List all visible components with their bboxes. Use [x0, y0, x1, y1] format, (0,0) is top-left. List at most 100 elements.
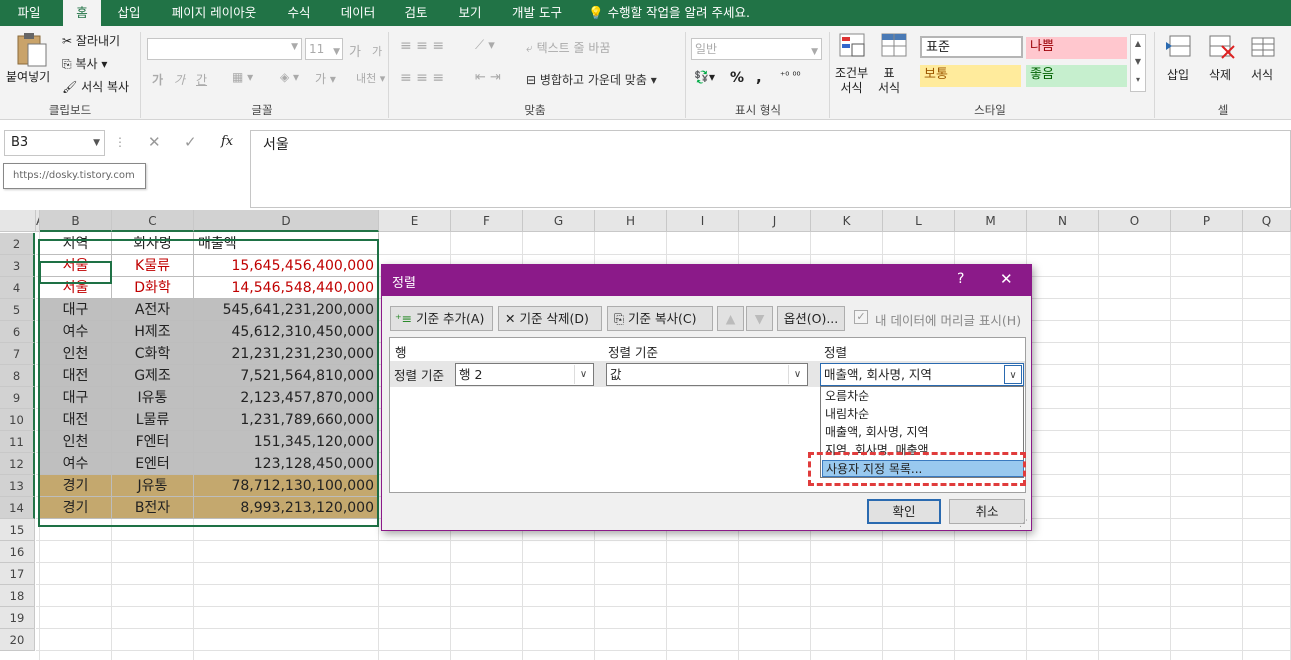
- row-header[interactable]: 19: [0, 607, 35, 629]
- number-format-select[interactable]: 일반 ▼: [691, 38, 822, 60]
- table-cell[interactable]: F엔터: [112, 431, 194, 453]
- table-cell[interactable]: 대구: [40, 299, 112, 321]
- paste-button[interactable]: 붙여넣기: [6, 68, 50, 85]
- font-name-select[interactable]: ▼: [147, 38, 302, 60]
- name-box[interactable]: B3 ▼: [4, 130, 105, 156]
- tab-formulas[interactable]: 수식: [278, 0, 320, 26]
- help-button[interactable]: ?: [957, 271, 964, 287]
- copy-level-button[interactable]: ⎘ 기준 복사(C): [607, 306, 713, 331]
- table-cell[interactable]: 14,546,548,440,000: [194, 277, 379, 299]
- column-header[interactable]: O: [1099, 210, 1171, 232]
- ok-button[interactable]: 확인: [867, 499, 941, 524]
- table-cell[interactable]: L물류: [112, 409, 194, 431]
- column-header[interactable]: H: [595, 210, 667, 232]
- grow-font-button[interactable]: 가: [349, 41, 361, 60]
- table-cell[interactable]: 인천: [40, 431, 112, 453]
- function-icon[interactable]: fx: [221, 134, 233, 149]
- bold-button[interactable]: 가: [152, 71, 163, 88]
- row-header[interactable]: 10: [0, 409, 35, 431]
- table-cell[interactable]: I유통: [112, 387, 194, 409]
- tab-data[interactable]: 데이터: [330, 0, 386, 26]
- table-cell[interactable]: 7,521,564,810,000: [194, 365, 379, 387]
- tab-review[interactable]: 검토: [394, 0, 438, 26]
- row-header[interactable]: 15: [0, 519, 35, 541]
- style-bad[interactable]: 나쁨: [1026, 37, 1127, 59]
- column-header[interactable]: F: [451, 210, 523, 232]
- row-header[interactable]: 5: [0, 299, 35, 321]
- wrap-text-button[interactable]: ⤶ 텍스트 줄 바꿈: [526, 39, 610, 56]
- tab-file[interactable]: 파일: [4, 0, 54, 26]
- select-all-corner[interactable]: [0, 210, 36, 232]
- column-header[interactable]: B: [40, 210, 112, 232]
- order-option[interactable]: 매출액, 회사명, 지역: [822, 424, 1024, 441]
- table-cell[interactable]: 경기: [40, 475, 112, 497]
- column-header[interactable]: L: [883, 210, 955, 232]
- column-header[interactable]: K: [811, 210, 883, 232]
- indent-icon[interactable]: ⇤ ⇥: [475, 70, 501, 85]
- table-cell[interactable]: 서울: [40, 277, 112, 299]
- phonetic-button[interactable]: 내천 ▾: [356, 70, 385, 86]
- close-button[interactable]: ✕: [1000, 270, 1013, 288]
- row-header[interactable]: 2: [0, 233, 35, 255]
- order-option[interactable]: 오름차순: [822, 388, 1024, 405]
- column-header[interactable]: G: [523, 210, 595, 232]
- options-button[interactable]: 옵션(O)...: [777, 306, 845, 331]
- conditional-format-button[interactable]: 조건부 서식: [835, 66, 868, 96]
- table-cell[interactable]: 여수: [40, 453, 112, 475]
- format-painter-button[interactable]: 🖌 서식 복사: [62, 78, 129, 95]
- delete-cells-icon[interactable]: [1206, 32, 1236, 62]
- style-good[interactable]: 좋음: [1026, 65, 1127, 87]
- decimal-icon[interactable]: ⁺⁰ ⁰⁰: [780, 71, 800, 82]
- tab-home[interactable]: 홈: [63, 0, 101, 26]
- tab-insert[interactable]: 삽입: [108, 0, 150, 26]
- table-cell[interactable]: 대전: [40, 365, 112, 387]
- column-header[interactable]: N: [1027, 210, 1099, 232]
- format-cells-button[interactable]: 서식: [1251, 66, 1273, 83]
- font-color-button[interactable]: 가 ▾: [315, 70, 336, 87]
- table-cell[interactable]: 123,128,450,000: [194, 453, 379, 475]
- format-table-icon[interactable]: [880, 32, 908, 60]
- table-cell[interactable]: 1,231,789,660,000: [194, 409, 379, 431]
- table-cell[interactable]: C화학: [112, 343, 194, 365]
- table-cell[interactable]: 서울: [40, 255, 112, 277]
- table-header-cell[interactable]: 지역: [40, 233, 112, 255]
- cut-button[interactable]: ✂ 잘라내기: [62, 32, 120, 49]
- cancel-icon[interactable]: ✕: [148, 133, 161, 151]
- column-header[interactable]: M: [955, 210, 1027, 232]
- row-header[interactable]: 11: [0, 431, 35, 453]
- row-header[interactable]: 16: [0, 541, 35, 563]
- top-align-icon[interactable]: ≡ ≡ ≡: [400, 38, 444, 54]
- conditional-format-icon[interactable]: [838, 32, 868, 60]
- column-header[interactable]: J: [739, 210, 811, 232]
- shrink-font-button[interactable]: 가: [372, 43, 382, 59]
- style-neutral[interactable]: 보통: [920, 65, 1021, 87]
- table-cell[interactable]: E엔터: [112, 453, 194, 475]
- tab-page-layout[interactable]: 페이지 레이아웃: [160, 0, 268, 26]
- table-cell[interactable]: K물류: [112, 255, 194, 277]
- table-cell[interactable]: 45,612,310,450,000: [194, 321, 379, 343]
- copy-button[interactable]: ⎘ 복사 ▾: [62, 55, 107, 72]
- table-header-cell[interactable]: 회사명: [112, 233, 194, 255]
- table-cell[interactable]: 545,641,231,200,000: [194, 299, 379, 321]
- column-header[interactable]: P: [1171, 210, 1243, 232]
- row-header[interactable]: 20: [0, 629, 35, 651]
- table-cell[interactable]: 21,231,231,230,000: [194, 343, 379, 365]
- move-up-button[interactable]: ▲: [717, 306, 744, 331]
- format-table-button[interactable]: 표 서식: [878, 66, 900, 96]
- delete-level-button[interactable]: ✕ 기준 삭제(D): [498, 306, 602, 331]
- column-header[interactable]: D: [194, 210, 379, 232]
- table-cell[interactable]: 대전: [40, 409, 112, 431]
- row-header[interactable]: 14: [0, 497, 35, 519]
- format-cells-icon[interactable]: [1248, 32, 1278, 62]
- fill-color-icon[interactable]: ◈ ▾: [280, 70, 299, 84]
- table-cell[interactable]: G제조: [112, 365, 194, 387]
- table-cell[interactable]: B전자: [112, 497, 194, 519]
- row-select[interactable]: 행 2 ∨: [455, 363, 594, 386]
- table-cell[interactable]: 8,993,213,120,000: [194, 497, 379, 519]
- column-header[interactable]: C: [112, 210, 194, 232]
- table-cell[interactable]: J유통: [112, 475, 194, 497]
- column-header[interactable]: I: [667, 210, 739, 232]
- order-select[interactable]: 매출액, 회사명, 지역 ∨: [820, 363, 1024, 386]
- table-cell[interactable]: 15,645,456,400,000: [194, 255, 379, 277]
- row-header[interactable]: 9: [0, 387, 35, 409]
